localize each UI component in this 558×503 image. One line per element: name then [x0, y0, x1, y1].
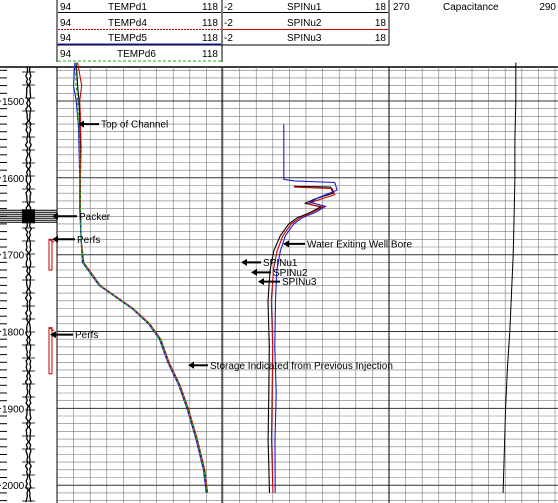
- legend-max-spin2: 18: [375, 18, 387, 29]
- depth-track: [0, 66, 57, 503]
- annotation: Top of Channel: [78, 120, 168, 131]
- annotation: Water Exiting Well Bore: [283, 239, 412, 250]
- legend-min-temp5: 94: [60, 33, 72, 44]
- annotation: Storage Indicated from Previous Injectio…: [188, 361, 393, 372]
- legend-min-temp1: 94: [60, 2, 72, 13]
- legend-min-spin3: -2: [224, 33, 233, 44]
- depth-tick-label: 1900: [2, 404, 25, 415]
- depth-tick-label: 1500: [2, 97, 25, 108]
- annotation-text: Perfs: [75, 330, 98, 341]
- perfs-marker: [48, 238, 55, 271]
- annotation-arrow-head: [241, 258, 247, 266]
- casing-line: [28, 66, 32, 503]
- legend-name-spin1: SPINu1: [287, 2, 322, 13]
- casing-line: [24, 66, 30, 503]
- legend-min-spin1: -2: [224, 2, 233, 13]
- depth-tick-label: 1700: [2, 251, 25, 262]
- legend-max-temp6: 118: [202, 49, 218, 60]
- annotations: Top of Channel Packer Perfs Water Exiting W…: [50, 120, 412, 372]
- annotation-text: Top of Channel: [101, 120, 168, 131]
- legend-min-temp6: 94: [60, 49, 72, 60]
- annotation-text: Water Exiting Well Bore: [307, 239, 412, 250]
- annotation-text: Packer: [79, 212, 111, 223]
- depth-tick-label: 1600: [2, 174, 25, 185]
- annotation: Packer: [52, 212, 111, 223]
- legend-name-cap: Capacitance: [443, 2, 499, 13]
- legend-max-spin1: 18: [375, 2, 387, 13]
- well-log-chart: 94 TEMPd1 118 94 TEMPd4 118 94 TEMPd5 11…: [0, 0, 558, 503]
- annotation-text: Perfs: [77, 235, 100, 246]
- legend-header: 94 TEMPd1 118 94 TEMPd4 118 94 TEMPd5 11…: [56, 0, 556, 62]
- annotation-arrow-head: [258, 278, 264, 286]
- annotation-arrow-head: [188, 361, 194, 369]
- legend-name-temp4: TEMPd4: [108, 18, 147, 29]
- legend-name-spin3: SPINu3: [287, 33, 322, 44]
- legend-max-temp5: 118: [202, 33, 218, 44]
- packer-marker: [0, 209, 57, 224]
- legend-max-temp1: 118: [202, 2, 218, 13]
- legend-name-temp6: TEMPd6: [117, 49, 156, 60]
- annotation: SPINu3: [258, 277, 317, 288]
- annotation-arrow-head: [50, 331, 56, 339]
- legend-max-spin3: 18: [375, 33, 387, 44]
- legend-min-temp4: 94: [60, 18, 72, 29]
- well-bore: [22, 66, 35, 503]
- packer-body: [22, 209, 35, 224]
- legend-name-temp5: TEMPd5: [108, 33, 147, 44]
- legend-max-cap: 290: [539, 2, 556, 13]
- annotation-text: SPINu3: [282, 277, 317, 288]
- legend-min-cap: 270: [393, 2, 410, 13]
- legend-min-spin2: -2: [224, 18, 233, 29]
- legend-name-temp1: TEMPd1: [108, 2, 147, 13]
- legend-name-spin2: SPINu2: [287, 18, 322, 29]
- depth-tick-label: 2000: [2, 481, 25, 492]
- perfs-interval: [48, 238, 53, 271]
- legend-max-temp4: 118: [202, 18, 218, 29]
- annotation-text: Storage Indicated from Previous Injectio…: [210, 361, 393, 372]
- depth-tick-label: 1800: [2, 328, 25, 339]
- annotation: Perfs: [52, 235, 100, 246]
